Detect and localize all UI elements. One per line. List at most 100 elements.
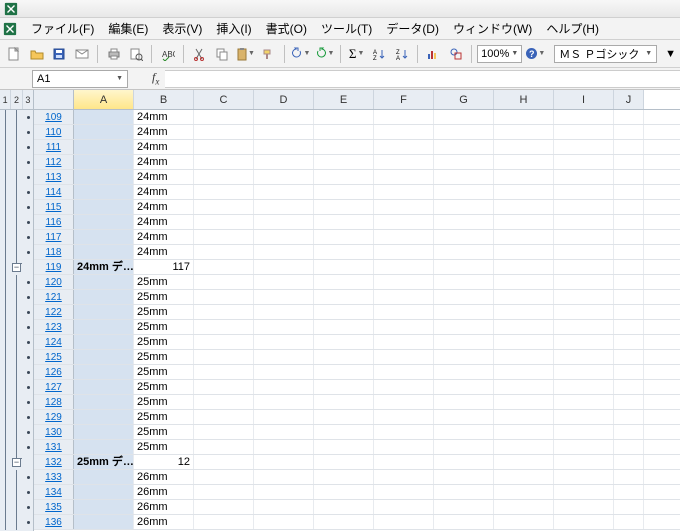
sort-desc-button[interactable]: ZA: [392, 43, 413, 65]
cell-A[interactable]: [74, 500, 134, 514]
cell-D[interactable]: [254, 515, 314, 529]
paste-button[interactable]: ▼: [234, 43, 256, 65]
cell-A[interactable]: [74, 425, 134, 439]
cell-C[interactable]: [194, 125, 254, 139]
spelling-button[interactable]: ABC: [157, 43, 178, 65]
cell-F[interactable]: [374, 170, 434, 184]
menu-insert[interactable]: 挿入(I): [209, 18, 258, 39]
cell-H[interactable]: [494, 290, 554, 304]
cell-J[interactable]: [614, 140, 644, 154]
cell-B[interactable]: 25mm: [134, 350, 194, 364]
cell-C[interactable]: [194, 500, 254, 514]
cell-J[interactable]: [614, 110, 644, 124]
open-button[interactable]: [27, 43, 48, 65]
cell-G[interactable]: [434, 440, 494, 454]
cell-G[interactable]: [434, 425, 494, 439]
cell-G[interactable]: [434, 170, 494, 184]
cell-G[interactable]: [434, 515, 494, 529]
row-header[interactable]: 118: [34, 245, 74, 259]
cell-H[interactable]: [494, 245, 554, 259]
cell-B[interactable]: 24mm: [134, 200, 194, 214]
cell-G[interactable]: [434, 485, 494, 499]
cell-E[interactable]: [314, 290, 374, 304]
cell-H[interactable]: [494, 215, 554, 229]
new-doc-button[interactable]: [4, 43, 25, 65]
help-button[interactable]: ?▼: [524, 43, 546, 65]
cell-E[interactable]: [314, 215, 374, 229]
cell-B[interactable]: 24mm: [134, 125, 194, 139]
cell-G[interactable]: [434, 110, 494, 124]
cell-F[interactable]: [374, 140, 434, 154]
cell-C[interactable]: [194, 515, 254, 529]
cell-H[interactable]: [494, 125, 554, 139]
cell-I[interactable]: [554, 485, 614, 499]
cell-J[interactable]: [614, 410, 644, 424]
cell-D[interactable]: [254, 410, 314, 424]
cell-I[interactable]: [554, 380, 614, 394]
cell-B[interactable]: 24mm: [134, 185, 194, 199]
cell-F[interactable]: [374, 110, 434, 124]
cell-D[interactable]: [254, 140, 314, 154]
cell-D[interactable]: [254, 380, 314, 394]
cell-D[interactable]: [254, 290, 314, 304]
cell-I[interactable]: [554, 305, 614, 319]
cell-B[interactable]: 26mm: [134, 470, 194, 484]
cell-C[interactable]: [194, 290, 254, 304]
cell-I[interactable]: [554, 230, 614, 244]
email-button[interactable]: [72, 43, 93, 65]
col-header-E[interactable]: E: [314, 90, 374, 109]
cell-I[interactable]: [554, 185, 614, 199]
cell-F[interactable]: [374, 245, 434, 259]
cell-G[interactable]: [434, 290, 494, 304]
cell-H[interactable]: [494, 335, 554, 349]
cell-G[interactable]: [434, 470, 494, 484]
cell-H[interactable]: [494, 515, 554, 529]
cell-F[interactable]: [374, 350, 434, 364]
cell-I[interactable]: [554, 110, 614, 124]
row-header[interactable]: 123: [34, 320, 74, 334]
cell-D[interactable]: [254, 455, 314, 469]
cell-H[interactable]: [494, 230, 554, 244]
cell-B[interactable]: 25mm: [134, 335, 194, 349]
cell-E[interactable]: [314, 440, 374, 454]
undo-button[interactable]: ▼: [289, 43, 311, 65]
cell-B[interactable]: 24mm: [134, 110, 194, 124]
cell-C[interactable]: [194, 230, 254, 244]
cell-F[interactable]: [374, 515, 434, 529]
cell-F[interactable]: [374, 290, 434, 304]
cell-I[interactable]: [554, 470, 614, 484]
cell-A[interactable]: [74, 140, 134, 154]
cell-D[interactable]: [254, 155, 314, 169]
outline-level-1[interactable]: 1: [0, 90, 11, 109]
cell-F[interactable]: [374, 485, 434, 499]
outline-level-2[interactable]: 2: [11, 90, 22, 109]
cell-A[interactable]: [74, 320, 134, 334]
menu-window[interactable]: ウィンドウ(W): [446, 18, 539, 39]
row-header[interactable]: 125: [34, 350, 74, 364]
copy-button[interactable]: [211, 43, 232, 65]
cell-C[interactable]: [194, 455, 254, 469]
print-preview-button[interactable]: [126, 43, 147, 65]
cell-J[interactable]: [614, 185, 644, 199]
cell-H[interactable]: [494, 500, 554, 514]
cell-I[interactable]: [554, 125, 614, 139]
menu-help[interactable]: ヘルプ(H): [539, 18, 606, 39]
cell-B[interactable]: 25mm: [134, 440, 194, 454]
col-header-A[interactable]: A: [74, 90, 134, 109]
cell-B[interactable]: 25mm: [134, 380, 194, 394]
zoom-combo[interactable]: 100%▼: [477, 45, 522, 63]
cell-G[interactable]: [434, 245, 494, 259]
cell-C[interactable]: [194, 140, 254, 154]
cell-J[interactable]: [614, 380, 644, 394]
cell-A[interactable]: [74, 470, 134, 484]
cell-C[interactable]: [194, 155, 254, 169]
fx-icon[interactable]: fx: [152, 70, 159, 86]
cell-E[interactable]: [314, 455, 374, 469]
cell-F[interactable]: [374, 500, 434, 514]
cell-D[interactable]: [254, 245, 314, 259]
cell-G[interactable]: [434, 410, 494, 424]
cell-A[interactable]: [74, 305, 134, 319]
cell-I[interactable]: [554, 440, 614, 454]
cell-H[interactable]: [494, 170, 554, 184]
cell-I[interactable]: [554, 290, 614, 304]
